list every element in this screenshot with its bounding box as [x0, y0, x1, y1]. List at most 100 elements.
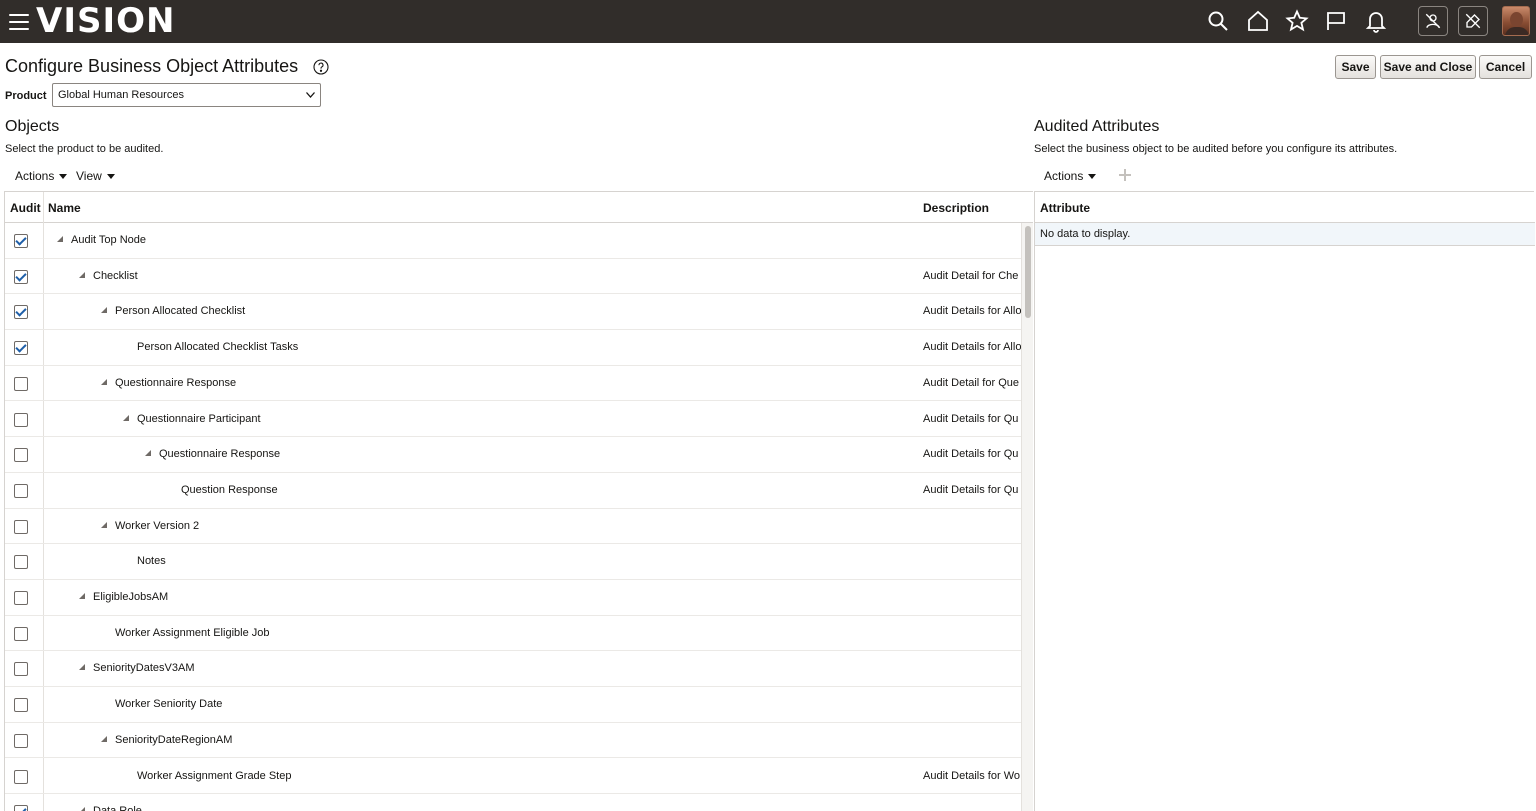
audit-checkbox[interactable]: [14, 269, 28, 284]
audit-checkbox[interactable]: [14, 805, 28, 811]
help-icon[interactable]: [313, 59, 329, 75]
table-row[interactable]: Data Role: [5, 794, 1021, 811]
menu-icon[interactable]: [9, 14, 29, 30]
row-name-text: SeniorityDateRegionAM: [115, 733, 233, 746]
row-name-text: Worker Version 2: [115, 519, 200, 532]
page-title: Configure Business Object Attributes: [5, 56, 299, 76]
row-name-cell: Questionnaire Response: [101, 377, 236, 389]
audit-checkbox[interactable]: [14, 733, 28, 748]
table-row[interactable]: Person Allocated Checklist Tasks Audit De…: [5, 330, 1021, 366]
row-name-text: SeniorityDatesV3AM: [93, 662, 195, 675]
save-button[interactable]: Save: [1335, 55, 1376, 79]
table-row[interactable]: SeniorityDateRegionAM: [5, 723, 1021, 759]
star-icon[interactable]: [1285, 9, 1309, 33]
triangle-down-icon: [1088, 174, 1097, 180]
row-name-cell: Data Role: [79, 805, 142, 811]
objects-actions-menu[interactable]: Actions: [15, 169, 68, 183]
audited-title: Audited Attributes: [1034, 118, 1160, 135]
audit-checkbox[interactable]: [14, 448, 28, 463]
save-and-close-button[interactable]: Save and Close: [1380, 55, 1476, 79]
row-description-cell: Audit Detail for Che: [923, 269, 1019, 282]
table-row[interactable]: SeniorityDatesV3AM: [5, 651, 1021, 688]
row-name-text: Worker Assignment Eligible Job: [115, 626, 270, 639]
audit-checkbox[interactable]: [14, 662, 28, 677]
audit-checkbox[interactable]: [14, 412, 28, 427]
table-row[interactable]: Audit Top Node: [5, 223, 1021, 259]
expanded-triangle-icon[interactable]: [101, 735, 107, 742]
table-row[interactable]: Questionnaire Response Audit Detail for Q…: [5, 366, 1021, 402]
row-name-cell: Questionnaire Participant: [123, 413, 261, 425]
cancel-button[interactable]: Cancel: [1479, 55, 1532, 79]
attributes-table: Attribute No data to display.: [1034, 191, 1535, 811]
tool-off-icon[interactable]: [1458, 6, 1488, 36]
vertical-scrollbar[interactable]: [1021, 223, 1033, 811]
row-name-text: Question Response: [181, 483, 278, 496]
row-name-text: EligibleJobsAM: [93, 591, 169, 603]
audit-checkbox[interactable]: [14, 519, 28, 534]
row-name-text: Person Allocated Checklist: [115, 305, 246, 318]
row-name-cell: Worker Seniority Date: [115, 698, 222, 710]
column-header-attribute[interactable]: Attribute: [1040, 201, 1090, 215]
bell-icon[interactable]: [1364, 9, 1388, 33]
audit-checkbox[interactable]: [14, 305, 28, 320]
product-select[interactable]: Global Human Resources: [52, 83, 321, 107]
expanded-triangle-icon[interactable]: [145, 450, 151, 457]
expanded-triangle-icon[interactable]: [79, 664, 85, 671]
column-header-audit[interactable]: Audit: [10, 201, 41, 215]
triangle-down-icon: [106, 174, 115, 180]
add-icon[interactable]: [1117, 167, 1133, 183]
row-name-text: Notes: [137, 555, 166, 568]
expanded-triangle-icon[interactable]: [101, 307, 107, 314]
table-row[interactable]: Checklist Audit Detail for Che: [5, 259, 1021, 295]
table-row[interactable]: EligibleJobsAM: [5, 580, 1021, 616]
audit-checkbox[interactable]: [14, 591, 28, 605]
expanded-triangle-icon[interactable]: [101, 521, 107, 528]
objects-table-header: Audit Name Description: [5, 192, 1033, 223]
home-icon[interactable]: [1246, 9, 1270, 33]
column-header-name[interactable]: Name: [48, 201, 81, 215]
table-row[interactable]: Worker Version 2: [5, 509, 1021, 545]
expanded-triangle-icon[interactable]: [57, 236, 63, 242]
audit-checkbox[interactable]: [14, 626, 28, 641]
search-icon[interactable]: [1206, 9, 1230, 33]
table-row[interactable]: Worker Assignment Grade Step Audit Detail…: [5, 759, 1021, 795]
audit-checkbox[interactable]: [14, 555, 28, 570]
table-row[interactable]: Questionnaire Participant Audit Details f…: [5, 402, 1021, 438]
table-row[interactable]: Questionnaire Response Audit Details for …: [5, 437, 1021, 473]
row-name-cell: Person Allocated Checklist Tasks: [137, 341, 298, 353]
person-off-icon[interactable]: [1418, 6, 1448, 36]
audit-checkbox[interactable]: [14, 376, 28, 391]
row-description-cell: Audit Details for Allo: [923, 305, 1021, 318]
expanded-triangle-icon[interactable]: [79, 271, 85, 278]
audit-checkbox[interactable]: [14, 698, 28, 713]
row-name-cell: Audit Top Node: [57, 234, 146, 246]
table-row[interactable]: Worker Seniority Date: [5, 687, 1021, 723]
row-name-text: Questionnaire Response: [159, 448, 281, 461]
expanded-triangle-icon[interactable]: [101, 378, 107, 385]
table-row[interactable]: Question Response Audit Details for Qu: [5, 473, 1021, 509]
user-avatar[interactable]: [1502, 6, 1530, 36]
objects-view-menu[interactable]: View: [76, 169, 115, 183]
objects-table: Audit Name Description Audit Top Node Che…: [4, 191, 1033, 811]
audit-checkbox[interactable]: [14, 483, 28, 498]
row-name-text: Person Allocated Checklist Tasks: [137, 341, 299, 354]
scrollbar-thumb[interactable]: [1025, 226, 1031, 318]
table-row[interactable]: Worker Assignment Eligible Job: [5, 616, 1021, 652]
table-row[interactable]: Person Allocated Checklist Audit Details …: [5, 294, 1021, 331]
product-label: Product: [5, 90, 47, 102]
expanded-triangle-icon[interactable]: [123, 414, 129, 421]
audited-actions-label: Actions: [1044, 169, 1084, 183]
audited-actions-menu[interactable]: Actions: [1044, 169, 1097, 183]
audit-checkbox[interactable]: [14, 234, 28, 248]
expanded-triangle-icon[interactable]: [79, 807, 85, 811]
row-name-cell: Worker Version 2: [101, 520, 199, 532]
flag-icon[interactable]: [1324, 9, 1348, 33]
column-header-description[interactable]: Description: [923, 201, 989, 215]
audit-checkbox[interactable]: [14, 341, 28, 356]
row-name-text: Audit Top Node: [71, 234, 147, 246]
row-description-cell: Audit Detail for Que: [923, 376, 1019, 389]
expanded-triangle-icon[interactable]: [79, 593, 85, 599]
row-name-text: Questionnaire Response: [115, 376, 237, 389]
table-row[interactable]: Notes: [5, 544, 1021, 580]
audit-checkbox[interactable]: [14, 769, 28, 784]
